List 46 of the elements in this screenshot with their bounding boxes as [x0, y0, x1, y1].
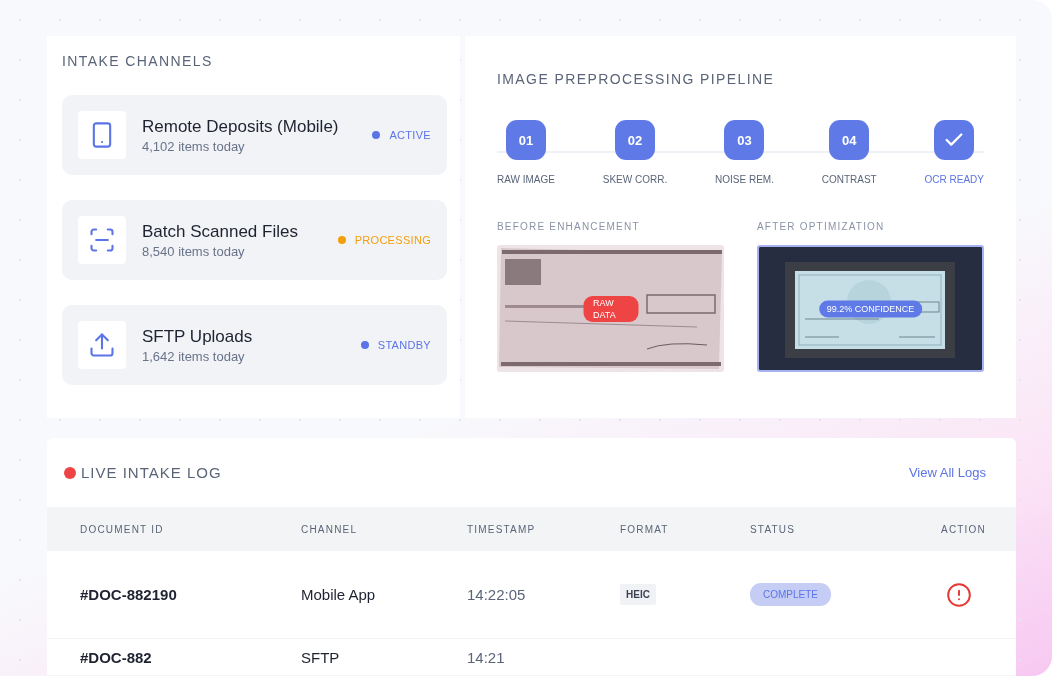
column-header: ACTION — [940, 523, 986, 535]
column-header: FORMAT — [620, 523, 670, 535]
step-label: NOISE REM. — [715, 174, 774, 185]
scan-icon — [88, 226, 116, 254]
step-marker: 02 — [615, 120, 655, 160]
step-label: SKEW CORR. — [602, 174, 668, 185]
status-label: STANDBY — [377, 339, 431, 351]
column-header: CHANNEL — [301, 523, 359, 535]
channel-name: SFTP Uploads — [142, 326, 254, 347]
step-label: OCR READY — [924, 174, 984, 185]
step-marker: 04 — [829, 120, 870, 160]
channel-card[interactable]: Batch Scanned Files 8,540 items today PROCESSING — [62, 200, 447, 280]
column-header: TIMESTAMP — [467, 523, 537, 535]
table-cell-text: 14:21 — [467, 648, 506, 666]
section-title: LIVE INTAKE LOG — [81, 464, 222, 481]
preview-label: AFTER OPTIMIZATION — [757, 221, 886, 232]
table-cell-text: SFTP — [301, 648, 341, 666]
status-label: ACTIVE — [389, 129, 431, 141]
channel-name: Remote Deposits (Mobile) — [142, 116, 340, 137]
upload-icon — [88, 331, 116, 359]
confidence-badge: 99.2% CONFIDENCE — [818, 300, 923, 317]
item-count: 1,642 items today — [142, 348, 246, 364]
section-title: IMAGE PREPROCESSING PIPELINE — [497, 71, 776, 87]
channel-name: Batch Scanned Files — [142, 221, 299, 242]
section-title: INTAKE CHANNELS — [62, 53, 214, 69]
status-label: PROCESSING — [354, 234, 431, 246]
table-cell-text: #DOC-882 — [80, 648, 153, 666]
table-cell-text: 14:22:05 — [467, 586, 527, 603]
status-pill: COMPLETE — [750, 583, 831, 606]
column-header: STATUS — [750, 523, 797, 535]
step-label: CONTRAST — [821, 174, 877, 185]
column-header: DOCUMENT ID — [80, 523, 165, 535]
live-dot — [64, 466, 76, 479]
preview-label: BEFORE ENHANCEMENT — [497, 221, 641, 232]
item-count: 4,102 items today — [142, 138, 246, 154]
channel-card[interactable]: Remote Deposits (Mobile) 4,102 items today ACTIVE — [62, 95, 447, 175]
step-label: RAW IMAGE — [497, 174, 555, 185]
step-marker: 03 — [724, 120, 765, 160]
step-marker: 01 — [506, 120, 546, 160]
view-all-link[interactable]: View All Logs — [908, 465, 986, 480]
item-count: 8,540 items today — [142, 243, 246, 259]
table-cell-text: Mobile App — [301, 586, 377, 603]
table-cell-text: #DOC-882190 — [80, 586, 178, 603]
format-tag: HEIC — [620, 584, 656, 605]
alert-icon[interactable] — [946, 581, 972, 608]
channel-card[interactable]: SFTP Uploads 1,642 items today STANDBY — [62, 305, 447, 385]
